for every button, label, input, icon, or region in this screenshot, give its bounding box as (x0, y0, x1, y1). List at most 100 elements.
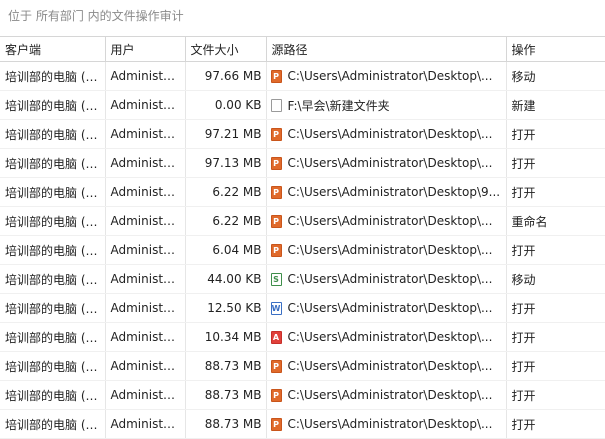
table-row[interactable]: 培训部的电脑 (1... Administra... 6.22 MB P C:\User… (0, 177, 605, 207)
action-cell: 打开 (506, 380, 605, 410)
user-cell: Administra... (105, 351, 186, 381)
size-cell: 6.22 MB (185, 177, 267, 207)
table-row[interactable]: 培训部的电脑 (1... Administra... 97.13 MB P C:\Use… (0, 148, 605, 178)
path-cell: P C:\Users\Administrator\Desktop\... (266, 61, 507, 91)
path-cell: A C:\Users\Administrator\Desktop\... (266, 322, 507, 352)
path-text: C:\Users\Administrator\Desktop\... (287, 156, 493, 170)
client-cell: 培训部的电脑 (1... (0, 409, 106, 439)
column-header-user[interactable]: 用户 (105, 36, 186, 62)
size-cell: 97.21 MB (185, 119, 267, 149)
ppt-file-icon: P (270, 127, 282, 141)
path-text: C:\Users\Administrator\Desktop\... (287, 388, 493, 402)
table-row[interactable]: 培训部的电脑 (1... Administra... 12.50 KB W C:\Use… (0, 293, 605, 323)
action-cell: 移动 (506, 61, 605, 91)
table-row[interactable]: 培训部的电脑 (1... Administra... 97.21 MB P C:\Use… (0, 119, 605, 149)
client-cell: 培训部的电脑 (1... (0, 119, 106, 149)
ppt-file-icon: P (270, 185, 282, 199)
client-cell: 培训部的电脑 (1... (0, 293, 106, 323)
action-cell: 打开 (506, 235, 605, 265)
column-header-client[interactable]: 客户端 (0, 36, 106, 62)
size-cell: 6.04 MB (185, 235, 267, 265)
size-cell: 88.73 MB (185, 351, 267, 381)
client-cell: 培训部的电脑 (1... (0, 148, 106, 178)
size-cell: 44.00 KB (185, 264, 267, 294)
path-text: C:\Users\Administrator\Desktop\... (287, 214, 493, 228)
path-cell: W C:\Users\Administrator\Desktop\... (266, 293, 507, 323)
path-text: C:\Users\Administrator\Desktop\... (287, 359, 493, 373)
table-header-row: 客户端 用户 文件大小 源路径 操作 (0, 36, 605, 62)
client-cell: 培训部的电脑 (1... (0, 322, 106, 352)
client-cell: 培训部的电脑 (1... (0, 235, 106, 265)
table-row[interactable]: 培训部的电脑 (1... Administra... 88.73 MB P C:\Use… (0, 409, 605, 439)
user-cell: Administra... (105, 61, 186, 91)
user-cell: Administra... (105, 380, 186, 410)
column-header-action[interactable]: 操作 (506, 36, 605, 62)
path-text: C:\Users\Administrator\Desktop\... (287, 417, 493, 431)
doc-file-icon: W (270, 301, 282, 315)
column-header-size[interactable]: 文件大小 (185, 36, 267, 62)
client-cell: 培训部的电脑 (1... (0, 90, 106, 120)
size-cell: 97.13 MB (185, 148, 267, 178)
user-cell: Administra... (105, 293, 186, 323)
action-cell: 新建 (506, 90, 605, 120)
folder-file-icon (270, 98, 282, 112)
xls-file-icon: S (270, 272, 282, 286)
column-header-path[interactable]: 源路径 (266, 36, 507, 62)
path-cell: P C:\Users\Administrator\Desktop\... (266, 148, 507, 178)
user-cell: Administra... (105, 235, 186, 265)
size-cell: 10.34 MB (185, 322, 267, 352)
path-text: C:\Users\Administrator\Desktop\... (287, 272, 493, 286)
client-cell: 培训部的电脑 (1... (0, 264, 106, 294)
client-cell: 培训部的电脑 (1... (0, 206, 106, 236)
path-text: C:\Users\Administrator\Desktop\... (287, 243, 493, 257)
action-cell: 打开 (506, 148, 605, 178)
table-row[interactable]: 培训部的电脑 (1... Administra... 10.34 MB A C:\Use… (0, 322, 605, 352)
action-cell: 打开 (506, 119, 605, 149)
ppt-file-icon: P (270, 359, 282, 373)
path-cell: P C:\Users\Administrator\Desktop\... (266, 409, 507, 439)
client-cell: 培训部的电脑 (1... (0, 177, 106, 207)
path-cell: P C:\Users\Administrator\Desktop\... (266, 119, 507, 149)
size-cell: 6.22 MB (185, 206, 267, 236)
page-caption: 位于 所有部门 内的文件操作审计 (8, 9, 184, 23)
user-cell: Administra... (105, 90, 186, 120)
client-cell: 培训部的电脑 (1... (0, 380, 106, 410)
audit-table: 客户端 用户 文件大小 源路径 操作 培训部的电脑 (1... Administr… (0, 36, 605, 439)
path-text: C:\Users\Administrator\Desktop\... (287, 127, 493, 141)
table-row[interactable]: 培训部的电脑 (1... Administra... 88.73 MB P C:\Use… (0, 380, 605, 410)
user-cell: Administra... (105, 264, 186, 294)
user-cell: Administra... (105, 177, 186, 207)
user-cell: Administra... (105, 409, 186, 439)
table-row[interactable]: 培训部的电脑 (1... Administra... 6.04 MB P C:\User… (0, 235, 605, 265)
path-text: C:\Users\Administrator\Desktop\9... (287, 185, 501, 199)
path-text: C:\Users\Administrator\Desktop\... (287, 301, 493, 315)
size-cell: 0.00 KB (185, 90, 267, 120)
path-cell: P C:\Users\Administrator\Desktop\... (266, 380, 507, 410)
client-cell: 培训部的电脑 (1... (0, 351, 106, 381)
table-row[interactable]: 培训部的电脑 (1... Administra... 97.66 MB P C:\Use… (0, 61, 605, 91)
client-cell: 培训部的电脑 (1... (0, 61, 106, 91)
path-text: C:\Users\Administrator\Desktop\... (287, 330, 493, 344)
ppt-file-icon: P (270, 243, 282, 257)
path-cell: S C:\Users\Administrator\Desktop\... (266, 264, 507, 294)
path-cell: P C:\Users\Administrator\Desktop\... (266, 351, 507, 381)
table-row[interactable]: 培训部的电脑 (1... Administra... 0.00 KB F:\早会\新建… (0, 90, 605, 120)
action-cell: 打开 (506, 293, 605, 323)
path-cell: P C:\Users\Administrator\Desktop\... (266, 235, 507, 265)
ppt-file-icon: P (270, 417, 282, 431)
table-row[interactable]: 培训部的电脑 (1... Administra... 88.73 MB P C:\Use… (0, 351, 605, 381)
ppt-file-icon: P (270, 69, 282, 83)
path-text: F:\早会\新建文件夹 (287, 98, 390, 113)
table-row[interactable]: 培训部的电脑 (1... Administra... 44.00 KB S C:\Use… (0, 264, 605, 294)
user-cell: Administra... (105, 206, 186, 236)
path-cell: F:\早会\新建文件夹 (266, 90, 507, 120)
table-row[interactable]: 培训部的电脑 (1... Administra... 6.22 MB P C:\User… (0, 206, 605, 236)
user-cell: Administra... (105, 148, 186, 178)
action-cell: 打开 (506, 351, 605, 381)
path-cell: P C:\Users\Administrator\Desktop\9... (266, 177, 507, 207)
size-cell: 88.73 MB (185, 409, 267, 439)
ppt-file-icon: P (270, 388, 282, 402)
action-cell: 打开 (506, 322, 605, 352)
action-cell: 打开 (506, 409, 605, 439)
path-cell: P C:\Users\Administrator\Desktop\... (266, 206, 507, 236)
